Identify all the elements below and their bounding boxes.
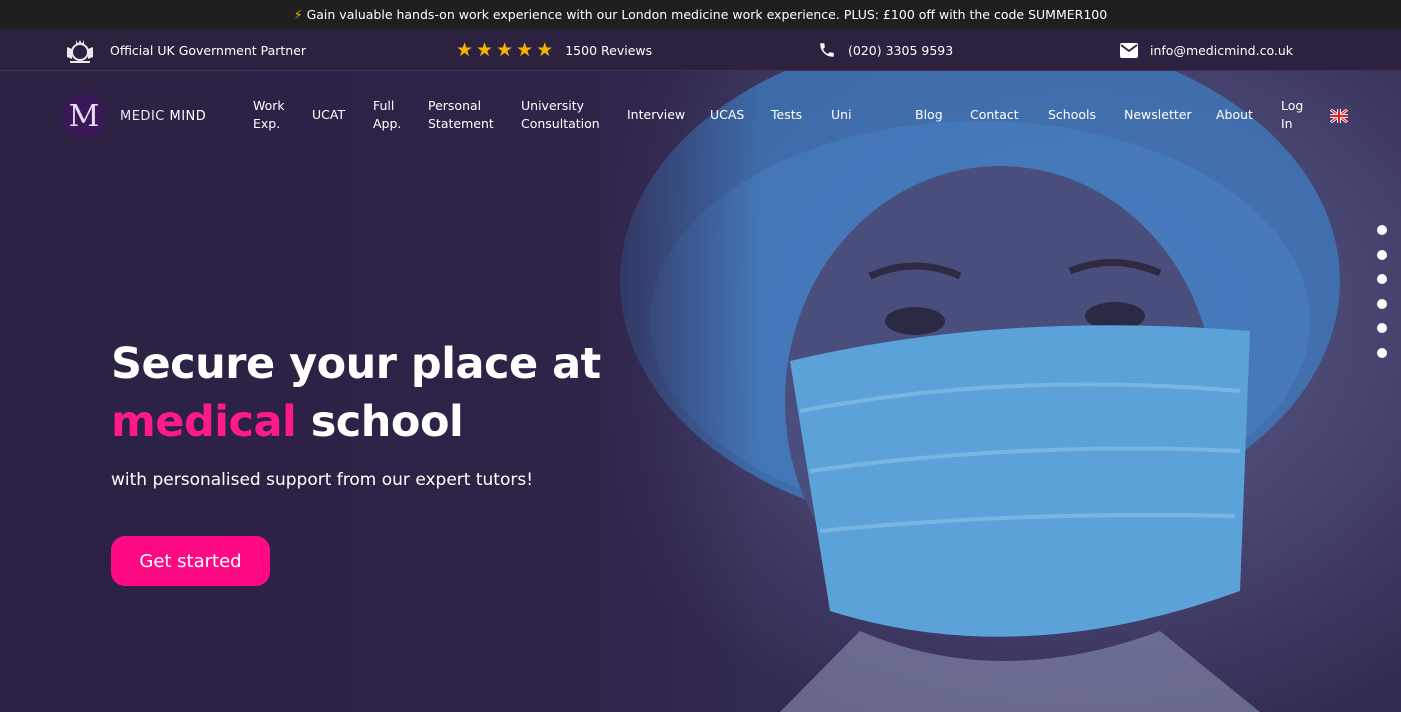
reviews[interactable]: ★ ★ ★ ★ ★ 1500 Reviews <box>456 29 652 71</box>
nav-item-ucas[interactable]: UCAS <box>710 106 744 124</box>
nav-label: In <box>1281 116 1293 131</box>
royal-crest-icon <box>63 35 97 65</box>
lightning-bolt-icon: ⚡ <box>293 7 303 22</box>
nav-item-tests[interactable]: Tests <box>771 106 802 124</box>
slide-dot[interactable] <box>1377 274 1387 284</box>
nav-label: UCAT <box>312 107 346 122</box>
nav-item-about[interactable]: About <box>1216 106 1253 124</box>
gov-partner-label: Official UK Government Partner <box>110 42 307 58</box>
phone-link[interactable]: (020) 3305 9593 <box>818 29 953 71</box>
nav-label: Work <box>253 98 285 113</box>
nav-item-schools[interactable]: Schools <box>1048 106 1096 124</box>
uk-flag-icon[interactable] <box>1329 107 1349 125</box>
slide-dot[interactable] <box>1377 225 1387 235</box>
headline-highlight: medical <box>111 397 297 447</box>
nav-item-full-app[interactable]: Full App. <box>373 97 401 133</box>
logo-text-bold: MIND <box>169 108 207 124</box>
star-icon: ★ <box>516 38 534 61</box>
reviews-count: 1500 Reviews <box>565 42 653 58</box>
nav-item-blog[interactable]: Blog <box>915 106 943 124</box>
nav-label: Consultation <box>521 116 600 131</box>
nav-label: Blog <box>915 107 943 122</box>
mail-icon <box>1120 42 1138 58</box>
nav-label: Interview <box>627 107 686 122</box>
get-started-button[interactable]: Get started <box>111 536 270 586</box>
headline-rest: school <box>296 397 464 447</box>
rating-stars: ★ ★ ★ ★ ★ <box>456 38 554 61</box>
nav-label: Tests <box>771 107 803 122</box>
nav-label: Personal <box>428 98 482 113</box>
nav-item-ucat[interactable]: UCAT <box>312 106 345 124</box>
logo[interactable]: M MEDIC MIND <box>62 94 206 138</box>
nav-item-uni[interactable]: Uni <box>831 106 852 124</box>
nav-item-newsletter[interactable]: Newsletter <box>1124 106 1192 124</box>
phone-number: (020) 3305 9593 <box>848 42 954 58</box>
star-icon: ★ <box>476 38 494 61</box>
headline-line-2: medical school <box>111 393 601 451</box>
nav-item-work-exp[interactable]: Work Exp. <box>253 97 285 133</box>
nav-label: Full <box>373 98 395 113</box>
nav-label: App. <box>373 116 402 131</box>
gov-partner: Official UK Government Partner <box>63 29 306 71</box>
star-icon: ★ <box>456 38 474 61</box>
nav-label: University <box>521 98 585 113</box>
slide-pagination <box>1377 225 1387 372</box>
headline-line-1: Secure your place at <box>111 339 601 389</box>
nav-label: Contact <box>970 107 1019 122</box>
logo-mark: M <box>62 94 106 138</box>
phone-icon <box>818 41 836 59</box>
nav-label: Uni <box>831 107 852 122</box>
nav-label: About <box>1216 107 1253 122</box>
logo-text-light: MEDIC <box>120 108 165 124</box>
nav-label: UCAS <box>710 107 745 122</box>
nav-label: Statement <box>428 116 494 131</box>
nav-label: Newsletter <box>1124 107 1192 122</box>
nav-label: Log <box>1281 98 1304 113</box>
slide-dot[interactable] <box>1377 347 1387 358</box>
main-nav: M MEDIC MIND Work Exp. UCAT Full App. Pe… <box>0 71 1401 161</box>
email-link[interactable]: info@medicmind.co.uk <box>1120 29 1293 71</box>
hero-headline: Secure your place at medical school <box>111 335 601 451</box>
announcement-bar[interactable]: ⚡ Gain valuable hands-on work experience… <box>0 0 1401 29</box>
email-address: info@medicmind.co.uk <box>1150 42 1294 58</box>
announcement-text: Gain valuable hands-on work experience w… <box>306 7 1108 22</box>
slide-dot[interactable] <box>1377 323 1387 333</box>
slide-dot[interactable] <box>1377 249 1387 260</box>
nav-item-contact[interactable]: Contact <box>970 106 1019 124</box>
info-bar: Official UK Government Partner ★ ★ ★ ★ ★… <box>0 29 1401 71</box>
logo-text: MEDIC MIND <box>120 109 206 124</box>
star-icon: ★ <box>496 38 514 61</box>
star-icon: ★ <box>536 38 554 61</box>
slide-dot[interactable] <box>1377 298 1387 309</box>
nav-item-personal-statement[interactable]: Personal Statement <box>428 97 494 133</box>
nav-item-interview[interactable]: Interview <box>627 106 685 124</box>
hero-subline: with personalised support from our exper… <box>111 470 534 490</box>
nav-item-university-consultation[interactable]: University Consultation <box>521 97 600 133</box>
nav-label: Schools <box>1048 107 1097 122</box>
nav-item-log-in[interactable]: Log In <box>1281 97 1303 133</box>
nav-label: Exp. <box>253 116 281 131</box>
